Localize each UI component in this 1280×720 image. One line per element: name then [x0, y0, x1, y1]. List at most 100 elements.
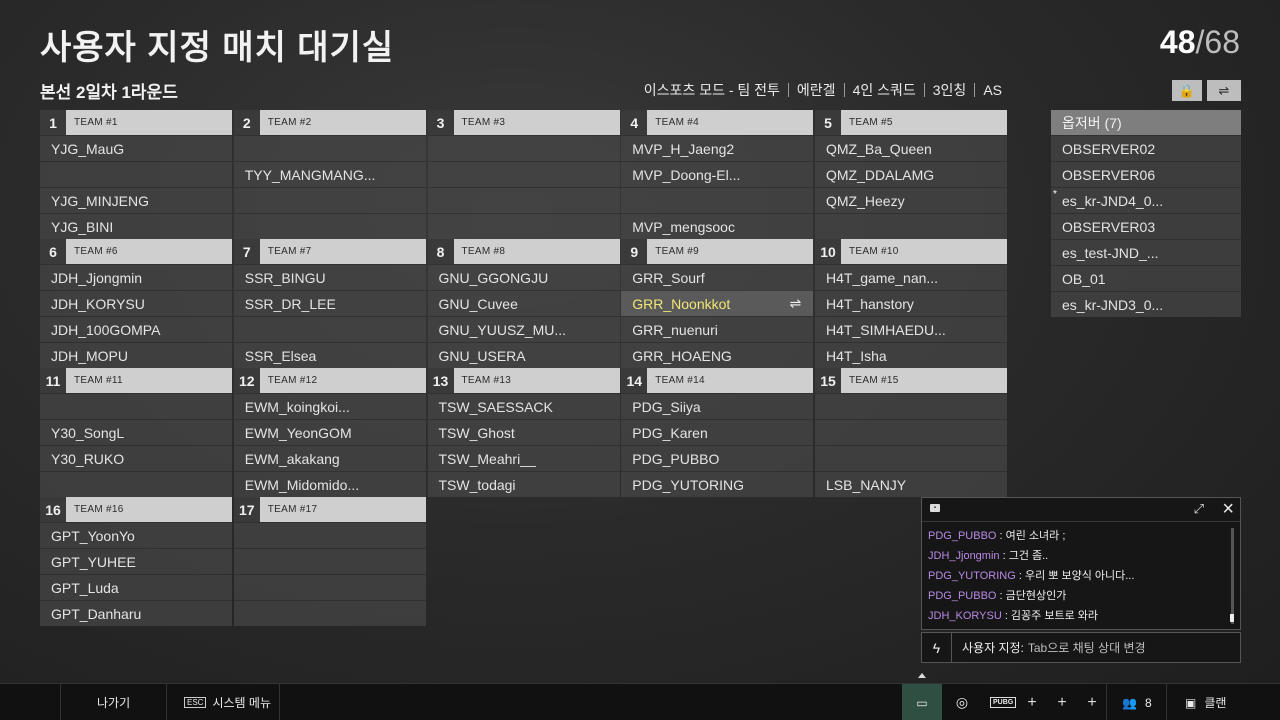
player-slot[interactable]: YJG_BINI [40, 213, 232, 239]
player-slot[interactable]: TSW_Ghost [427, 419, 620, 445]
player-slot[interactable]: MVP_Doong-El... [621, 161, 814, 187]
player-slot[interactable]: GNU_GGONGJU [427, 264, 620, 290]
team-header[interactable]: 8 TEAM #8 [427, 239, 620, 264]
player-slot[interactable] [427, 187, 620, 213]
exit-button[interactable]: 나가기 [97, 684, 130, 720]
player-slot[interactable] [233, 135, 426, 161]
player-slot[interactable]: QMZ_Heezy [815, 187, 1007, 213]
observer-slot[interactable]: * es_kr-JND4_0... [1051, 187, 1241, 213]
player-slot[interactable]: PDG_Siiya [621, 393, 814, 419]
player-slot[interactable] [233, 187, 426, 213]
expand-icon[interactable]: ⤢ [1194, 501, 1204, 517]
swap-button[interactable]: ⇌ [1207, 80, 1241, 101]
chat-scroll-thumb[interactable] [1230, 614, 1234, 622]
player-slot[interactable]: GNU_USERA [427, 342, 620, 368]
team-header[interactable]: 4 TEAM #4 [621, 110, 814, 135]
team-header[interactable]: 1 TEAM #1 [40, 110, 232, 135]
pubg-button[interactable]: PUBG [990, 684, 1017, 720]
player-slot[interactable] [427, 135, 620, 161]
player-slot[interactable] [233, 316, 426, 342]
lock-button[interactable]: 🔒 [1172, 80, 1202, 101]
chat-sender[interactable]: PDG_YUTORING [928, 570, 1016, 582]
observer-slot[interactable]: es_test-JND_... [1051, 239, 1241, 265]
player-slot[interactable] [815, 393, 1007, 419]
player-slot[interactable]: H4T_SIMHAEDU... [815, 316, 1007, 342]
player-slot[interactable]: YJG_MINJENG [40, 187, 232, 213]
close-icon[interactable]: × [1222, 498, 1234, 521]
player-slot[interactable]: SSR_BINGU [233, 264, 426, 290]
player-slot[interactable]: H4T_Isha [815, 342, 1007, 368]
invite-slot-2[interactable]: + [1048, 684, 1076, 720]
friends-button[interactable]: 👥 8 [1122, 684, 1152, 720]
team-header[interactable]: 14 TEAM #14 [621, 368, 814, 393]
player-slot[interactable]: PDG_YUTORING [621, 471, 814, 497]
player-slot[interactable] [233, 548, 426, 574]
player-slot[interactable]: TSW_todagi [427, 471, 620, 497]
player-slot[interactable]: QMZ_Ba_Queen [815, 135, 1007, 161]
player-slot[interactable]: EWM_koingkoi... [233, 393, 426, 419]
player-slot[interactable]: TYY_MANGMANG... [233, 161, 426, 187]
team-header[interactable]: 12 TEAM #12 [233, 368, 426, 393]
player-slot[interactable]: QMZ_DDALAMG [815, 161, 1007, 187]
player-slot[interactable] [40, 393, 232, 419]
player-slot[interactable]: PDG_Karen [621, 419, 814, 445]
observer-slot[interactable]: OBSERVER03 [1051, 213, 1241, 239]
team-header[interactable]: 17 TEAM #17 [233, 497, 426, 522]
player-slot[interactable] [815, 445, 1007, 471]
team-header[interactable]: 2 TEAM #2 [233, 110, 426, 135]
player-slot[interactable] [40, 471, 232, 497]
player-slot[interactable]: JDH_KORYSU [40, 290, 232, 316]
player-slot[interactable]: TSW_Meahri__ [427, 445, 620, 471]
player-slot[interactable]: GPT_YoonYo [40, 522, 232, 548]
player-slot[interactable]: JDH_Jjongmin [40, 264, 232, 290]
invite-slot-1[interactable]: + [1018, 684, 1046, 720]
player-slot[interactable]: EWM_Midomido... [233, 471, 426, 497]
team-header[interactable]: 6 TEAM #6 [40, 239, 232, 264]
chat-sender[interactable]: JDH_Jjongmin [928, 550, 1000, 562]
chat-sender[interactable]: JDH_KORYSU [928, 610, 1002, 622]
player-slot[interactable]: MVP_H_Jaeng2 [621, 135, 814, 161]
player-slot[interactable]: JDH_MOPU [40, 342, 232, 368]
player-slot[interactable]: PDG_PUBBO [621, 445, 814, 471]
team-header[interactable]: 10 TEAM #10 [815, 239, 1007, 264]
chat-toggle-button[interactable]: ▭ [902, 684, 942, 720]
player-slot[interactable]: YJG_MauG [40, 135, 232, 161]
player-slot[interactable]: GRR_nuenuri [621, 316, 814, 342]
player-slot[interactable] [427, 161, 620, 187]
team-header[interactable]: 9 TEAM #9 [621, 239, 814, 264]
player-slot[interactable]: TSW_SAESSACK [427, 393, 620, 419]
player-slot[interactable]: JDH_100GOMPA [40, 316, 232, 342]
team-header[interactable]: 7 TEAM #7 [233, 239, 426, 264]
team-header[interactable]: 13 TEAM #13 [427, 368, 620, 393]
chat-sender[interactable]: PDG_PUBBO [928, 590, 996, 602]
player-slot[interactable] [233, 574, 426, 600]
observer-slot[interactable]: OBSERVER02 [1051, 135, 1241, 161]
player-slot[interactable]: H4T_hanstory [815, 290, 1007, 316]
team-header[interactable]: 16 TEAM #16 [40, 497, 232, 522]
swap-icon[interactable]: ⇌ [790, 295, 802, 312]
chat-sender[interactable]: PDG_PUBBO [928, 530, 996, 542]
player-slot[interactable] [815, 213, 1007, 239]
player-slot[interactable]: H4T_game_nan... [815, 264, 1007, 290]
team-header[interactable]: 15 TEAM #15 [815, 368, 1007, 393]
player-slot[interactable]: GNU_YUUSZ_MU... [427, 316, 620, 342]
player-slot[interactable] [40, 161, 232, 187]
system-menu-button[interactable]: ESC 시스템 메뉴 [184, 684, 271, 720]
player-slot[interactable]: GNU_Cuvee [427, 290, 620, 316]
player-slot[interactable]: Y30_RUKO [40, 445, 232, 471]
clan-button[interactable]: ▣ 클랜 [1185, 684, 1226, 720]
player-slot[interactable] [233, 600, 426, 626]
lightning-icon[interactable]: ϟ [922, 633, 952, 662]
player-slot[interactable]: SSR_Elsea [233, 342, 426, 368]
observer-slot[interactable]: OB_01 [1051, 265, 1241, 291]
player-slot[interactable]: EWM_akakang [233, 445, 426, 471]
player-slot[interactable] [233, 522, 426, 548]
player-slot[interactable]: EWM_YeonGOM [233, 419, 426, 445]
observer-slot[interactable]: OBSERVER06 [1051, 161, 1241, 187]
player-slot[interactable]: GRR_HOAENG [621, 342, 814, 368]
player-slot[interactable] [233, 213, 426, 239]
player-slot[interactable] [815, 419, 1007, 445]
player-slot[interactable]: GPT_YUHEE [40, 548, 232, 574]
chat-input[interactable]: ϟ 사용자 지정: Tab으로 채팅 상대 변경 [921, 632, 1241, 663]
player-slot[interactable]: MVP_mengsooc [621, 213, 814, 239]
